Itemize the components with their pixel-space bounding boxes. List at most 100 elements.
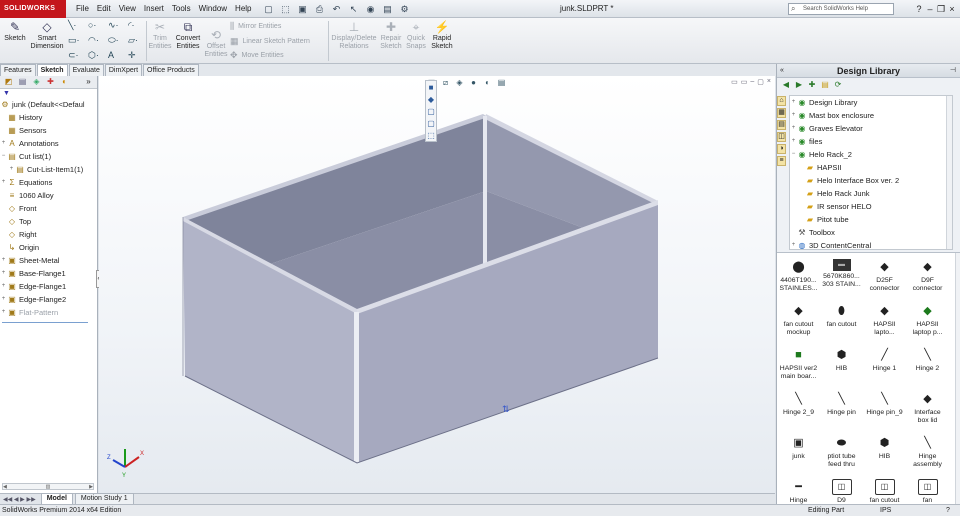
tree-item[interactable]: ▦ History (0, 111, 97, 124)
configuration-manager-icon[interactable]: ◈ (31, 77, 42, 87)
wireframe-icon[interactable]: ⬚ (426, 130, 436, 141)
quick-snaps-button[interactable]: ⌖ Quick Snaps (404, 20, 428, 51)
rebuild-icon[interactable]: ◉ (364, 3, 378, 15)
tab-dimxpert[interactable]: DimXpert (104, 64, 143, 76)
spline-icon[interactable]: ∿· (108, 20, 128, 32)
select-icon[interactable]: ↖ (347, 3, 361, 15)
library-tree-item[interactable]: ▰ Pitot tube (790, 213, 952, 226)
scroll-right-icon[interactable]: ▶ (89, 484, 93, 490)
library-item[interactable]: ╲ Hinge pin_9 (863, 391, 906, 433)
library-item[interactable]: ◫ fan (906, 479, 949, 504)
library-tree-item[interactable]: ▰ IR sensor HELO (790, 200, 952, 213)
library-item[interactable]: ◆ D9F connector (906, 259, 949, 301)
task-pane-view-palette-icon[interactable]: ◫ (777, 132, 786, 142)
library-item[interactable]: ⬤ 4406T190... STAINLES... (777, 259, 820, 301)
tree-item[interactable]: + ▣ Base-Flange1 (0, 267, 97, 280)
hidden-lines-removed-icon[interactable]: ▢ (426, 106, 436, 117)
tab-evaluate[interactable]: Evaluate (68, 64, 104, 76)
tree-expand-toggle[interactable]: + (0, 280, 7, 293)
library-expand-toggle[interactable]: + (790, 135, 797, 148)
appearance-icon[interactable]: ● (468, 78, 479, 88)
line-icon[interactable]: ╲· (68, 20, 88, 32)
tree-horizontal-scrollbar[interactable]: ◀ ▥ ▶ (2, 483, 94, 490)
task-pane-file-explorer-icon[interactable]: ▤ (777, 120, 786, 130)
graphics-viewport[interactable]: ⇅ ▣ ⧄ ◈ ● ◐ ▤ ■ ◆ ▢ ▢ ⬚ ▭ ▭ – ▢ × Y X Z (99, 76, 775, 493)
help-search-input[interactable]: ⌕ Search SolidWorks Help (788, 3, 894, 15)
arc-icon[interactable]: ◠· (88, 35, 108, 47)
tree-item[interactable]: + ▤ Cut-List-Item1(1) (0, 163, 97, 176)
library-item[interactable]: ╱ Hinge 1 (863, 347, 906, 389)
library-item[interactable]: ▣ junk (777, 435, 820, 477)
library-expand-toggle[interactable]: + (790, 109, 797, 122)
tree-item[interactable]: ◇ Right (0, 228, 97, 241)
model-box[interactable] (99, 76, 775, 493)
library-item[interactable]: ◆ fan cutout mockup (777, 303, 820, 345)
hidden-lines-visible-icon[interactable]: ▢ (426, 118, 436, 129)
rapid-sketch-button[interactable]: ⚡ Rapid Sketch (430, 20, 454, 51)
minimize-icon[interactable]: – (926, 0, 934, 18)
tree-expand-toggle[interactable]: + (0, 254, 7, 267)
task-pane-appearances-icon[interactable]: ◑ (777, 144, 786, 154)
tab-office-products[interactable]: Office Products (143, 64, 199, 76)
open-icon[interactable]: ⬚ (279, 3, 293, 15)
add-file-location-icon[interactable]: ▤ (820, 80, 830, 89)
display-style-icon[interactable]: ◈ (454, 78, 465, 88)
library-expand-toggle[interactable]: + (790, 96, 797, 109)
linear-sketch-pattern-button[interactable]: ▦ Linear Sketch Pattern (230, 36, 310, 47)
convert-entities-button[interactable]: ⧉ Convert Entities (174, 20, 202, 51)
library-tree-item[interactable]: − ◉ Helo Rack_2 (790, 148, 952, 161)
tree-item[interactable]: ≡ 1060 Alloy (0, 189, 97, 202)
tree-expand-toggle[interactable]: + (0, 293, 7, 306)
tree-expand-toggle[interactable]: + (0, 137, 7, 150)
library-item[interactable]: ◆ D25F connector (863, 259, 906, 301)
mirror-entities-button[interactable]: ⫼ Mirror Entities (230, 21, 281, 32)
library-item[interactable]: ⬬ ptiot tube feed thru (820, 435, 863, 477)
slot-icon[interactable]: ⊂· (68, 50, 88, 62)
viewport-minimize-icon[interactable]: – (750, 78, 754, 86)
tab-sketch[interactable]: Sketch (36, 64, 68, 76)
display-manager-icon[interactable]: ◐ (59, 77, 70, 87)
plane-tool-icon[interactable]: ▱· (128, 35, 148, 47)
library-expand-toggle[interactable]: − (790, 148, 797, 161)
viewport-tile-icon[interactable]: ▭ (741, 78, 748, 86)
tab-nav-first-icon[interactable]: ◀◀ ◀ ▶ ▶▶ (0, 496, 39, 503)
library-item[interactable]: ╲ Hinge 2 (906, 347, 949, 389)
close-icon[interactable]: × (948, 0, 956, 18)
library-tree-item[interactable]: ▰ Helo Interface Box ver. 2 (790, 174, 952, 187)
library-item[interactable]: ⬢ HIB (863, 435, 906, 477)
library-tree-item[interactable]: + ◍ 3D ContentCentral (790, 239, 952, 252)
library-item[interactable]: ⬮ fan cutout (820, 303, 863, 345)
repair-sketch-button[interactable]: ✚ Repair Sketch (379, 20, 403, 51)
tree-item[interactable]: + ▣ Flat-Pattern (0, 306, 97, 319)
move-entities-button[interactable]: ✥ Move Entities (230, 50, 284, 61)
tree-item[interactable]: + Σ Equations (0, 176, 97, 189)
tree-item[interactable]: + ▣ Edge-Flange2 (0, 293, 97, 306)
restore-icon[interactable]: ❐ (937, 0, 945, 18)
circle-icon[interactable]: ○· (88, 20, 108, 32)
point-icon[interactable]: ✛ (128, 50, 148, 62)
library-tree-item[interactable]: ▰ Helo Rack Junk (790, 187, 952, 200)
tree-expand-toggle[interactable]: + (0, 306, 7, 319)
tree-expand-toggle[interactable]: − (0, 150, 7, 163)
tree-item[interactable]: ◇ Front (0, 202, 97, 215)
library-item[interactable]: ◫ fan cutout (863, 479, 906, 504)
library-item[interactable]: ◆ HAPSII lapto... (863, 303, 906, 345)
library-item[interactable]: ━ Hinge (777, 479, 820, 505)
task-pane-custom-properties-icon[interactable]: ≡ (777, 156, 786, 166)
shaded-with-edges-icon[interactable]: ■ (426, 82, 436, 93)
library-tree-item[interactable]: ⚒ Toolbox (790, 226, 952, 239)
library-tree-scrollbar[interactable] (946, 96, 952, 249)
tab-features[interactable]: Features (0, 64, 36, 76)
tree-item[interactable]: + ▣ Edge-Flange1 (0, 280, 97, 293)
library-item[interactable]: ◆ HAPSII laptop p... (906, 303, 949, 345)
status-help-icon[interactable]: ? (946, 505, 950, 516)
new-document-icon[interactable]: ▢ (262, 3, 276, 15)
menu-edit[interactable]: Edit (93, 0, 115, 18)
shaded-icon[interactable]: ◆ (426, 94, 436, 105)
library-tree-item[interactable]: ▰ HAPSII (790, 161, 952, 174)
menu-help[interactable]: Help (231, 0, 255, 18)
menu-window[interactable]: Window (195, 0, 231, 18)
menu-insert[interactable]: Insert (140, 0, 168, 18)
dimxpert-manager-icon[interactable]: ✚ (45, 77, 56, 87)
task-pane-home-icon[interactable]: ⌂ (777, 96, 786, 106)
